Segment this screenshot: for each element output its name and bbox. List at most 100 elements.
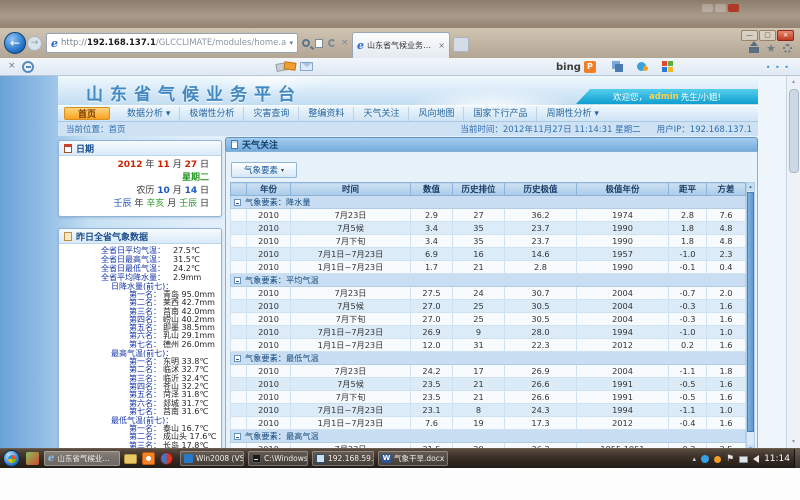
taskbar-item-remote[interactable]: 192.168.59.99...: [312, 451, 374, 466]
grid-data-row[interactable]: 20107月下旬3.43523.719901.84.8: [231, 235, 746, 248]
pinned-app-icon[interactable]: [26, 452, 39, 465]
grid-group-row[interactable]: 气象要素：最高气温: [231, 430, 746, 443]
forward-button[interactable]: →: [27, 36, 42, 51]
tab-close-icon[interactable]: ×: [438, 41, 445, 50]
grid-data-row[interactable]: 20107月5候3.43523.719901.84.8: [231, 222, 746, 235]
grid-data-row[interactable]: 20107月5候27.02530.52004-0.31.6: [231, 300, 746, 313]
grid-data-row[interactable]: 20107月下旬27.02530.52004-0.31.6: [231, 313, 746, 326]
action-center-flag-icon[interactable]: ⚑: [726, 455, 734, 464]
bird-icon[interactable]: [637, 61, 648, 72]
grid-data-row[interactable]: 20101月1日~7月23日12.03122.320120.21.6: [231, 339, 746, 352]
panel-scrollbar-thumb[interactable]: [747, 192, 754, 432]
nav-item[interactable]: 灾害查询: [243, 107, 298, 121]
collapse-icon[interactable]: [234, 433, 241, 440]
nav-item[interactable]: 天气关注: [353, 107, 408, 121]
stop-icon[interactable]: ×: [341, 38, 349, 48]
favorites-star-icon[interactable]: ★: [766, 43, 776, 54]
element-type-tab[interactable]: 气象要素 ▾: [231, 162, 297, 178]
grid-column-header[interactable]: 数值: [411, 183, 453, 196]
grid-cell: -0.5: [669, 391, 707, 404]
compatibility-view-icon[interactable]: [315, 39, 323, 48]
home-icon[interactable]: [749, 44, 759, 53]
grid-group-row[interactable]: 气象要素：降水量: [231, 196, 746, 209]
maximize-button[interactable]: ▢: [759, 30, 776, 41]
tools-gear-icon[interactable]: [783, 44, 792, 53]
nav-item-home[interactable]: 首页: [64, 107, 110, 120]
new-tab-button[interactable]: [453, 37, 469, 52]
search-icon[interactable]: [302, 39, 310, 47]
toolbar-close-icon[interactable]: ×: [8, 62, 16, 71]
grid-column-header[interactable]: 历史极值: [505, 183, 577, 196]
grid-data-row[interactable]: 20101月1日~7月23日7.61917.32012-0.41.6: [231, 417, 746, 430]
collapse-icon[interactable]: [234, 355, 241, 362]
grid-data-row[interactable]: 20101月1日~7月23日1.7212.81990-0.10.4: [231, 261, 746, 274]
taskbar-item-browser[interactable]: e 山东省气候业...: [44, 451, 120, 466]
address-bar[interactable]: e http://192.168.137.1/GLCCLIMATE/module…: [46, 33, 298, 53]
grid-column-header[interactable]: 距平: [669, 183, 707, 196]
windows-squares-icon[interactable]: [612, 61, 623, 72]
url-text[interactable]: http://192.168.137.1/GLCCLIMATE/modules/…: [61, 38, 286, 48]
grid-data-row[interactable]: 20107月23日2.92736.219742.87.6: [231, 209, 746, 222]
start-button[interactable]: [3, 450, 20, 467]
card-orange-icon[interactable]: [284, 61, 297, 71]
explorer-folder-icon[interactable]: [124, 454, 137, 464]
browser-scroll-down-icon[interactable]: ▾: [787, 436, 800, 448]
nav-item[interactable]: 整编资料: [298, 107, 353, 121]
grid-column-header[interactable]: 年份: [247, 183, 291, 196]
mail-envelope-icon[interactable]: [300, 62, 313, 71]
grid-cell: 7月23日: [291, 365, 411, 378]
back-button[interactable]: ←: [4, 32, 26, 54]
grid-data-row[interactable]: 20107月1日~7月23日23.1824.31994-1.11.0: [231, 404, 746, 417]
collapse-icon[interactable]: [234, 277, 241, 284]
bing-toolbar[interactable]: bing P: [556, 61, 596, 73]
show-desktop-button[interactable]: [794, 449, 800, 469]
taskbar-item-word[interactable]: W 气象干旱.docx ...: [378, 451, 448, 466]
browser-scrollbar[interactable]: ▴ ▾: [786, 76, 800, 448]
grid-column-header[interactable]: 极值年份: [577, 183, 669, 196]
taskbar-item-vm[interactable]: Win2008 (VS2...: [180, 451, 244, 466]
scroll-up-icon[interactable]: ▴: [747, 183, 754, 191]
toolbar-overflow-icon[interactable]: • • •: [766, 63, 790, 72]
network-icon[interactable]: [739, 456, 748, 463]
grid-data-row[interactable]: 20107月下旬23.52126.61991-0.51.6: [231, 391, 746, 404]
nav-item[interactable]: 周期性分析 ▾: [536, 107, 607, 121]
grid-data-row[interactable]: 20107月1日~7月23日6.91614.61957-1.02.3: [231, 248, 746, 261]
tray-update-icon[interactable]: [714, 456, 721, 463]
main-navigation: 首页 数据分析 ▾极端性分析灾害查询整编资料天气关注风向地图国家下行产品周期性分…: [58, 105, 758, 122]
panel-scrollbar[interactable]: ▴ ▾: [746, 182, 755, 448]
volume-icon[interactable]: [753, 455, 759, 463]
bing-pin-icon[interactable]: P: [584, 61, 596, 73]
grid-data-row[interactable]: 20107月5候23.52126.61991-0.51.6: [231, 378, 746, 391]
taskbar-item-cmd[interactable]: C:\Windows\s...: [248, 451, 308, 466]
grid-row-selector: [231, 391, 247, 404]
tray-expand-icon[interactable]: ▴: [692, 455, 696, 463]
minimize-button[interactable]: —: [741, 30, 758, 41]
close-button[interactable]: ×: [777, 30, 794, 41]
grid-column-header[interactable]: [231, 183, 247, 196]
blocked-icon[interactable]: [22, 61, 34, 73]
refresh-icon[interactable]: [328, 39, 336, 47]
tray-app-icon[interactable]: [701, 455, 709, 463]
grid-group-row[interactable]: 气象要素：最低气温: [231, 352, 746, 365]
grid-column-header[interactable]: 历史排位: [453, 183, 505, 196]
grid-data-row[interactable]: 20107月23日24.21726.92004-1.11.8: [231, 365, 746, 378]
grid-cell: 27.5: [411, 287, 453, 300]
pinned-orange-app-icon[interactable]: [142, 452, 155, 465]
nav-item[interactable]: 极端性分析: [179, 107, 243, 121]
grid-data-row[interactable]: 20107月1日~7月23日26.9928.01994-1.01.0: [231, 326, 746, 339]
pinned-circle-app-icon[interactable]: [160, 452, 173, 465]
grid-column-header[interactable]: 时间: [291, 183, 411, 196]
browser-scrollbar-thumb[interactable]: [789, 89, 799, 173]
browser-tab[interactable]: e 山东省气候业务平... ×: [352, 32, 450, 58]
collapse-icon[interactable]: [234, 199, 241, 206]
nav-item[interactable]: 国家下行产品: [463, 107, 536, 121]
four-color-grid-icon[interactable]: [662, 61, 673, 72]
grid-data-row[interactable]: 20107月23日27.52430.72004-0.72.0: [231, 287, 746, 300]
grid-column-header[interactable]: 方差: [707, 183, 746, 196]
grid-group-row[interactable]: 气象要素：平均气温: [231, 274, 746, 287]
nav-item[interactable]: 风向地图: [408, 107, 463, 121]
nav-item[interactable]: 数据分析 ▾: [118, 107, 179, 121]
browser-scroll-up-icon[interactable]: ▴: [787, 76, 800, 88]
url-dropdown-icon[interactable]: ▾: [289, 39, 293, 47]
taskbar-clock[interactable]: 11:14: [764, 454, 790, 464]
